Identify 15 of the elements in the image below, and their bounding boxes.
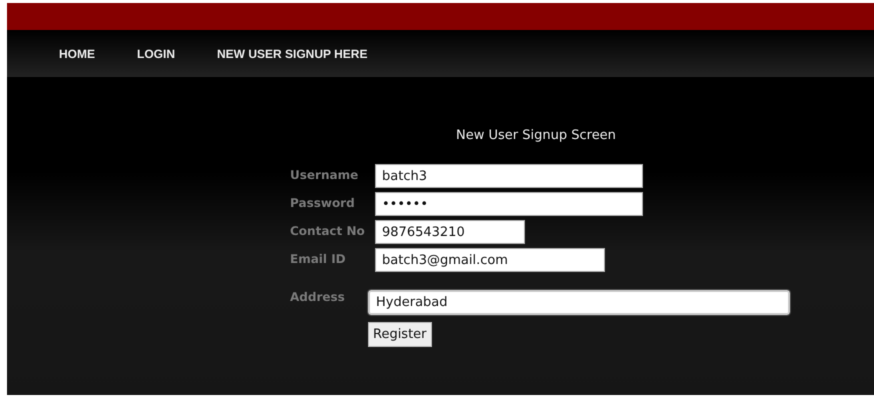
- field-label: Contact No: [290, 223, 366, 238]
- register-button[interactable]: Register: [368, 322, 432, 347]
- field-label: Username: [290, 167, 360, 182]
- input-field[interactable]: Hyderabad: [368, 290, 790, 315]
- input-field[interactable]: batch3: [375, 164, 643, 188]
- input-field[interactable]: 9876543210: [375, 220, 525, 244]
- form-title: New User Signup Screen: [456, 128, 616, 143]
- field-label: Email ID: [290, 251, 347, 266]
- nav-link[interactable]: HOME: [59, 46, 95, 60]
- input-field[interactable]: batch3@gmail.com: [375, 248, 605, 272]
- field-label: Address: [290, 290, 346, 304]
- input-field[interactable]: ••••••: [375, 192, 643, 216]
- nav-link[interactable]: LOGIN: [137, 46, 175, 60]
- nav-link[interactable]: NEW USER SIGNUP HERE: [217, 46, 368, 60]
- field-label: Password: [290, 195, 356, 210]
